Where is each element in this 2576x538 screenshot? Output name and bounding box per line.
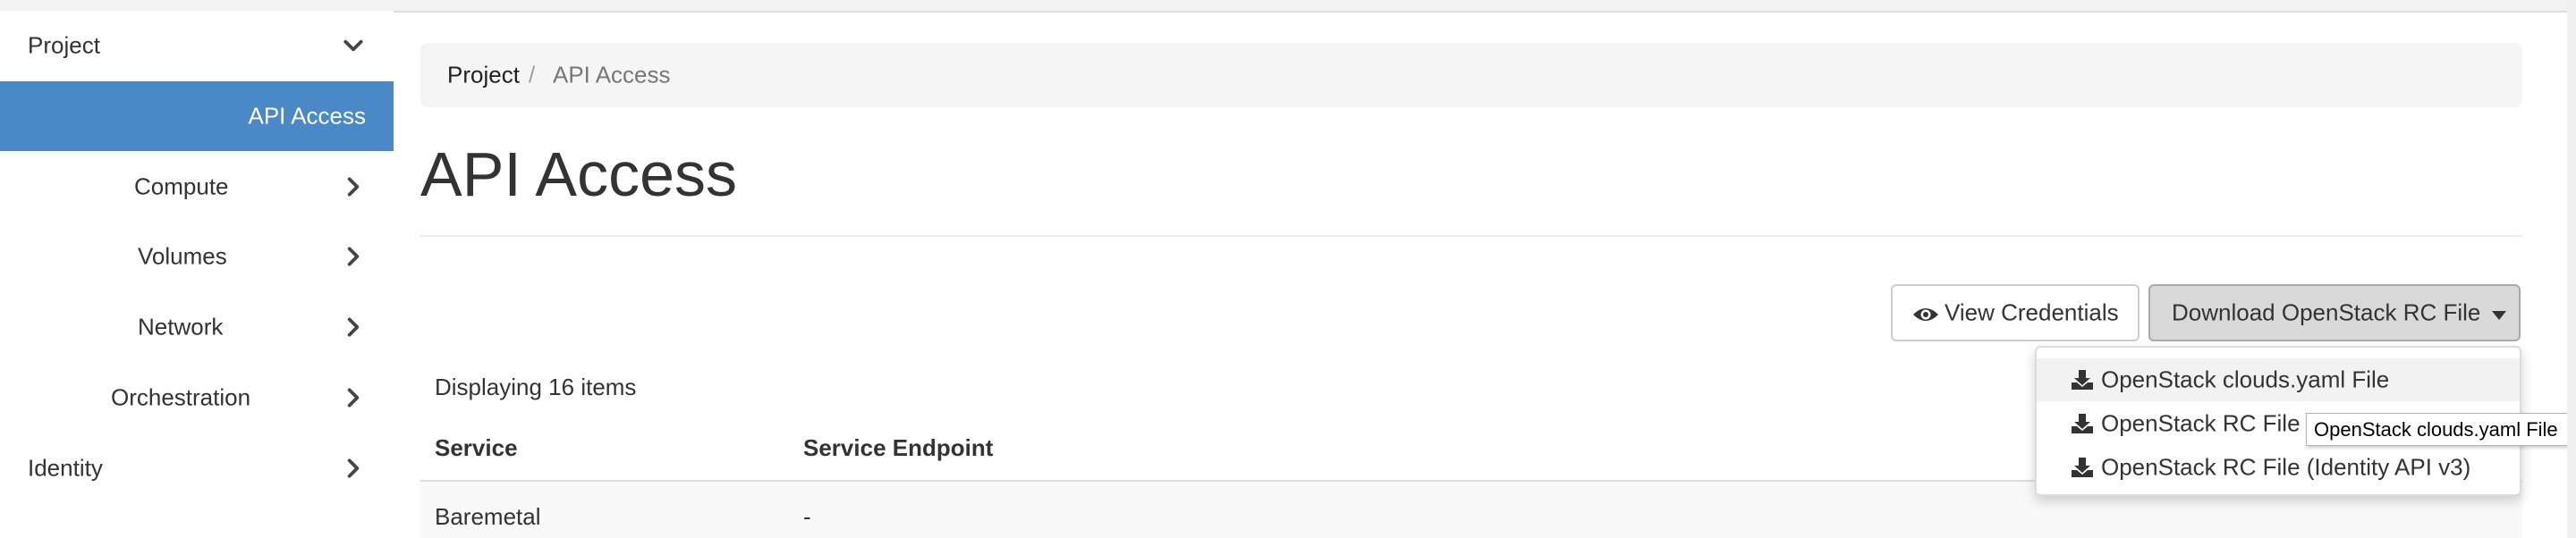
menu-item-rc-file-v3[interactable]: OpenStack RC File (Identity API v3) — [2037, 446, 2520, 489]
download-icon — [2071, 369, 2094, 391]
chevron-right-icon — [342, 245, 365, 268]
sidebar-item-label: Orchestration — [111, 383, 251, 411]
menu-item-label: OpenStack RC File ( — [2101, 409, 2315, 437]
tooltip-text: OpenStack clouds.yaml File — [2314, 417, 2558, 441]
table-cell-service: Baremetal — [435, 503, 541, 530]
sidebar-item-compute[interactable]: Compute — [0, 152, 394, 222]
sidebar-item-volumes[interactable]: Volumes — [0, 222, 394, 291]
table-cell-endpoint: - — [803, 503, 811, 530]
download-rc-file-button[interactable]: Download OpenStack RC File — [2148, 284, 2521, 341]
sidebar-item-network[interactable]: Network — [0, 292, 394, 362]
download-rc-file-label: Download OpenStack RC File — [2172, 298, 2481, 326]
sidebar-section-project[interactable]: Project — [0, 11, 394, 80]
menu-item-label: OpenStack RC File (Identity API v3) — [2101, 453, 2471, 481]
page-title: API Access — [420, 139, 738, 209]
sidebar-item-label: API Access — [248, 102, 367, 130]
eye-icon — [1912, 306, 1939, 324]
chevron-right-icon — [342, 175, 365, 198]
download-icon — [2071, 457, 2094, 478]
chevron-right-icon — [342, 457, 365, 480]
title-divider — [420, 235, 2522, 237]
sidebar: Project API Access Compute Volumes Netwo… — [0, 11, 394, 538]
breadcrumb-project-link[interactable]: Project — [447, 62, 520, 89]
caret-down-icon — [2492, 311, 2506, 320]
breadcrumb: Project / API Access — [420, 43, 2522, 107]
sidebar-item-label: Network — [138, 313, 224, 340]
tooltip: OpenStack clouds.yaml File — [2306, 413, 2572, 446]
sidebar-item-label: Volumes — [138, 242, 227, 270]
column-header-service: Service — [435, 434, 518, 461]
menu-item-label: OpenStack clouds.yaml File — [2101, 366, 2390, 393]
sidebar-section-label: Project — [28, 31, 100, 59]
sidebar-item-api-access[interactable]: API Access — [0, 81, 394, 151]
chevron-right-icon — [342, 315, 365, 339]
sidebar-section-label: Identity — [28, 454, 103, 482]
chevron-down-icon — [342, 34, 365, 57]
sidebar-item-label: Compute — [134, 172, 229, 200]
chevron-right-icon — [342, 386, 365, 409]
download-icon — [2071, 413, 2094, 434]
menu-item-clouds-yaml[interactable]: OpenStack clouds.yaml File — [2037, 358, 2520, 401]
view-credentials-label: View Credentials — [1945, 298, 2119, 326]
column-header-service-endpoint: Service Endpoint — [803, 434, 994, 461]
scrollbar[interactable] — [2567, 0, 2576, 538]
items-count: Displaying 16 items — [435, 374, 637, 400]
view-credentials-button[interactable]: View Credentials — [1891, 284, 2140, 341]
sidebar-section-identity[interactable]: Identity — [0, 433, 394, 503]
breadcrumb-current: API Access — [553, 61, 671, 88]
breadcrumb-separator: / — [529, 61, 536, 88]
sidebar-item-orchestration[interactable]: Orchestration — [0, 363, 394, 433]
